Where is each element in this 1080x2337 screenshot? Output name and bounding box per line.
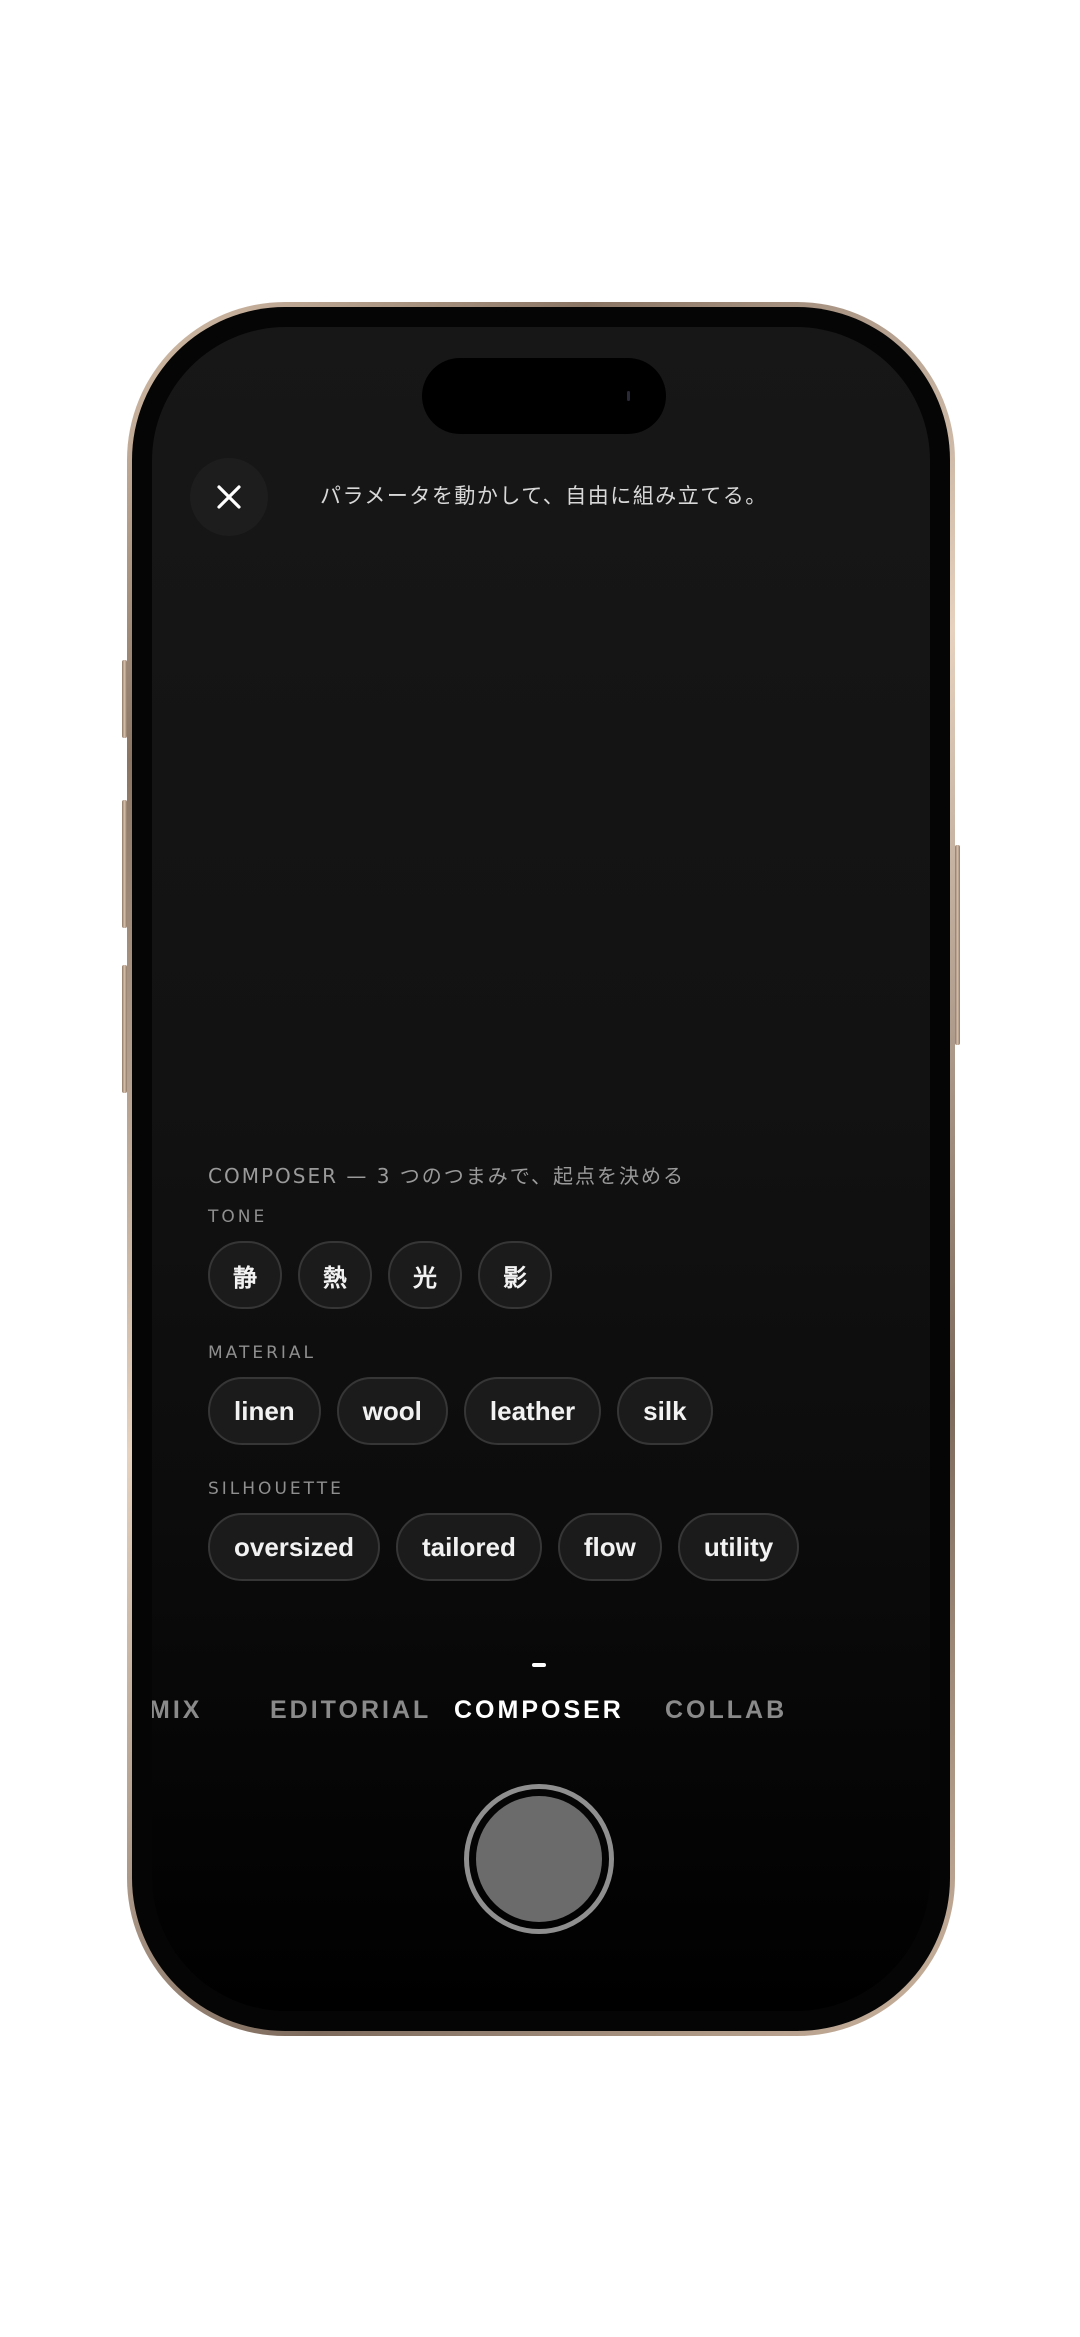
close-button[interactable] (190, 458, 268, 536)
silhouette-chip[interactable]: tailored (395, 1513, 542, 1581)
composer-title: COMPOSER — 3 つのつまみで、起点を決める (208, 1164, 685, 1188)
material-label: MATERIAL (208, 1343, 317, 1363)
hint-text: パラメータを動かして、自由に組み立てる。 (320, 484, 768, 508)
mode-tab-composer[interactable]: COMPOSER (454, 1696, 624, 1725)
silhouette-label: SILHOUETTE (208, 1479, 344, 1499)
material-chip[interactable]: wool (336, 1377, 448, 1445)
camera-dot (627, 391, 630, 401)
silhouette-chip[interactable]: flow (557, 1513, 662, 1581)
phone-bezel: パラメータを動かして、自由に組み立てる。 COMPOSER — 3 つのつまみで… (132, 307, 950, 2031)
shutter-inner (476, 1796, 602, 1922)
silhouette-options: oversized tailored flow utility (208, 1513, 800, 1581)
mode-tab-collab[interactable]: COLLAB (665, 1696, 787, 1725)
shutter-button[interactable] (464, 1784, 614, 1934)
material-chip[interactable]: leather (463, 1377, 602, 1445)
tone-label: TONE (208, 1207, 268, 1227)
material-chip[interactable]: linen (208, 1377, 321, 1445)
close-icon (217, 485, 241, 509)
material-chip[interactable]: silk (617, 1377, 713, 1445)
power-button[interactable] (955, 845, 960, 1045)
phone-frame: パラメータを動かして、自由に組み立てる。 COMPOSER — 3 つのつまみで… (127, 302, 955, 2036)
material-options: linen wool leather silk (208, 1377, 713, 1445)
tone-chip[interactable]: 静 (208, 1241, 282, 1309)
screen: パラメータを動かして、自由に組み立てる。 COMPOSER — 3 つのつまみで… (152, 327, 930, 2011)
active-mode-indicator (532, 1663, 546, 1667)
dynamic-island (422, 358, 666, 434)
tone-chip[interactable]: 熱 (298, 1241, 372, 1309)
mode-tab-editorial[interactable]: EDITORIAL (270, 1696, 431, 1725)
tone-chip[interactable]: 光 (388, 1241, 462, 1309)
tone-options: 静 熱 光 影 (208, 1241, 552, 1309)
tone-chip[interactable]: 影 (478, 1241, 552, 1309)
mode-tab-mix[interactable]: MIX (152, 1696, 202, 1725)
silhouette-chip[interactable]: oversized (208, 1513, 380, 1581)
silhouette-chip[interactable]: utility (677, 1513, 800, 1581)
